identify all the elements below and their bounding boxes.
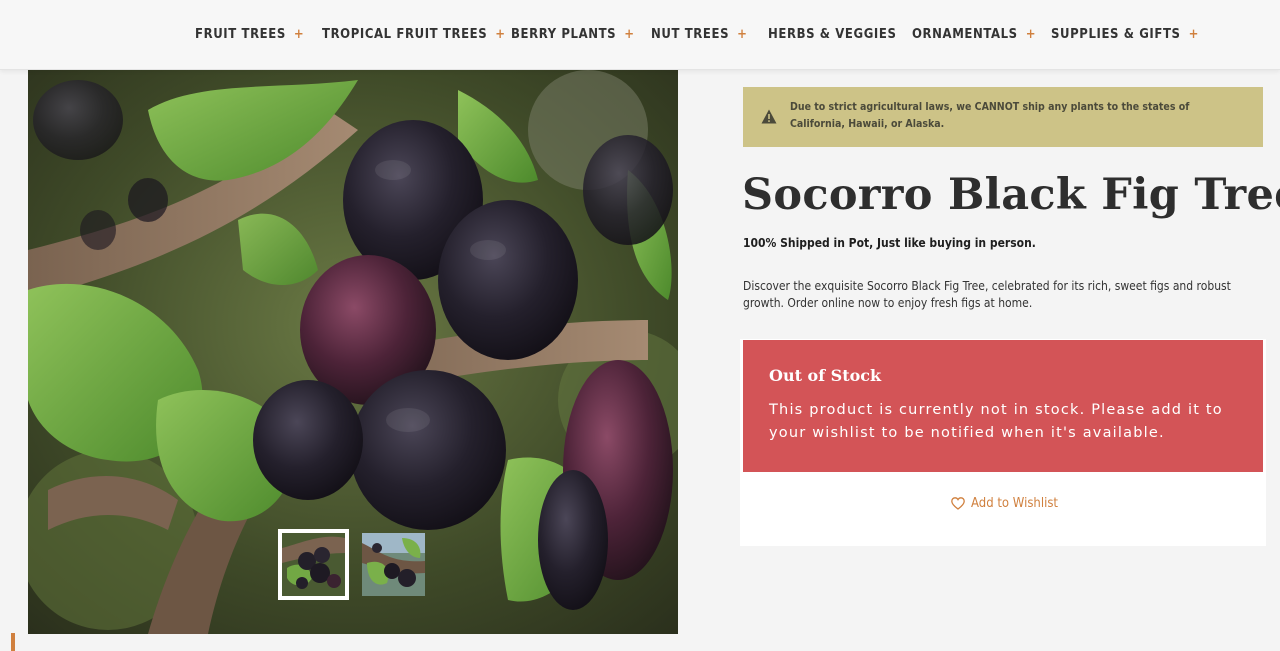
product-description: Discover the exquisite Socorro Black Fig…: [743, 279, 1231, 310]
stock-status-title: Out of Stock: [769, 366, 882, 385]
thumbnail-1[interactable]: [278, 529, 349, 600]
warning-icon: [761, 109, 777, 124]
nav-item-supplies-gifts[interactable]: SUPPLIES & GIFTS +: [1051, 25, 1199, 43]
product-image[interactable]: [28, 70, 678, 634]
plus-icon: +: [1025, 26, 1037, 42]
heart-icon: [951, 497, 965, 510]
nav-item-label: FRUIT TREES: [195, 26, 286, 42]
add-to-wishlist-button[interactable]: Add to Wishlist: [951, 496, 1058, 511]
plus-icon: +: [495, 26, 506, 42]
thumbnail-2[interactable]: [362, 533, 425, 596]
plus-icon: +: [293, 26, 305, 42]
stock-status-message: This product is currently not in stock. …: [769, 402, 1223, 441]
scroll-accent-bar: [11, 633, 15, 651]
plus-icon: +: [737, 26, 748, 42]
nav-item-ornamentals[interactable]: ORNAMENTALS +: [912, 25, 1036, 43]
fig-photo-illustration: [28, 70, 678, 634]
shipping-restriction-notice: Due to strict agricultural laws, we CANN…: [743, 87, 1263, 147]
nav-item-fruit-trees[interactable]: FRUIT TREES +: [195, 25, 304, 43]
nav-item-label: SUPPLIES & GIFTS: [1051, 26, 1181, 42]
plus-icon: +: [624, 26, 635, 42]
plus-icon: +: [1188, 26, 1199, 42]
shipped-note: 100% Shipped in Pot, Just like buying in…: [743, 236, 1036, 250]
nav-item-nut-trees[interactable]: NUT TREES +: [651, 25, 748, 43]
stock-card: Out of Stock This product is currently n…: [740, 339, 1266, 546]
nav-item-label: NUT TREES: [651, 26, 730, 42]
thumbnail-image: [362, 533, 425, 596]
nav-item-herbs-veggies[interactable]: HERBS & VEGGIES: [768, 25, 896, 43]
notice-text: Due to strict agricultural laws, we CANN…: [790, 101, 1190, 130]
nav-item-tropical-fruit-trees[interactable]: TROPICAL FRUIT TREES +: [322, 25, 506, 43]
nav-item-label: BERRY PLANTS: [511, 26, 617, 42]
main-navigation: FRUIT TREES + TROPICAL FRUIT TREES + BER…: [0, 0, 1280, 70]
nav-item-label: HERBS & VEGGIES: [768, 26, 897, 42]
wishlist-label: Add to Wishlist: [971, 496, 1059, 511]
nav-item-berry-plants[interactable]: BERRY PLANTS +: [511, 25, 635, 43]
out-of-stock-banner: Out of Stock This product is currently n…: [743, 340, 1263, 472]
thumbnail-image: [282, 533, 345, 596]
nav-item-label: TROPICAL FRUIT TREES: [322, 26, 488, 42]
product-title: Socorro Black Fig Tree: [742, 170, 1280, 220]
nav-item-label: ORNAMENTALS: [912, 26, 1018, 42]
